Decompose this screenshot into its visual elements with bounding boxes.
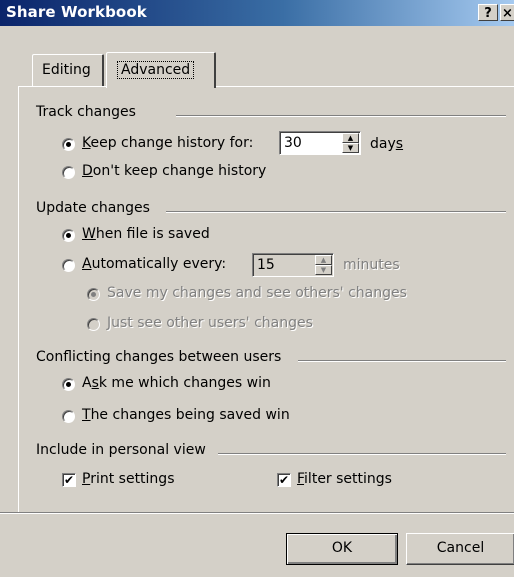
update-minutes-input[interactable] xyxy=(257,256,307,274)
history-days-spin-buttons: ▲ ▼ xyxy=(342,133,359,153)
history-days-spinner[interactable]: ▲ ▼ xyxy=(279,131,361,155)
keep-history-radio-button[interactable] xyxy=(62,138,75,151)
tab-editing[interactable]: Editing xyxy=(32,54,104,86)
filter-settings-label: Filter settings xyxy=(297,471,392,487)
ask-me-radio-button[interactable] xyxy=(62,378,75,391)
title-bar[interactable]: Share Workbook ? × xyxy=(0,0,514,26)
radio-selected-dot xyxy=(91,292,96,297)
track-changes-heading: Track changes xyxy=(36,104,142,120)
just-see-label: Just see other users' changes xyxy=(107,315,313,331)
spin-up-icon[interactable]: ▲ xyxy=(342,133,359,143)
when-file-saved-radio[interactable]: When file is saved xyxy=(62,226,282,246)
update-changes-heading: Update changes xyxy=(36,200,156,216)
spin-down-icon[interactable]: ▼ xyxy=(315,265,332,275)
automatically-every-radio[interactable]: Automatically every: xyxy=(62,256,252,276)
dont-keep-history-radio[interactable]: Don't keep change history xyxy=(62,163,322,183)
filter-settings-checkbox[interactable]: ✔ Filter settings xyxy=(277,471,427,491)
print-settings-checkbox[interactable]: ✔ Print settings xyxy=(62,471,212,491)
keep-history-label: Keep change history for: xyxy=(82,135,254,151)
changes-saved-win-radio-button[interactable] xyxy=(62,410,75,423)
tab-advanced-label: Advanced xyxy=(117,61,195,79)
save-and-see-label: Save my changes and see others' changes xyxy=(107,285,407,301)
tab-advanced[interactable]: Advanced xyxy=(106,52,216,88)
radio-selected-dot xyxy=(66,142,71,147)
when-file-saved-label: When file is saved xyxy=(82,226,210,242)
print-settings-check-icon[interactable]: ✔ xyxy=(62,473,76,487)
personal-view-divider xyxy=(218,453,506,455)
spin-down-icon[interactable]: ▼ xyxy=(342,143,359,153)
help-button[interactable]: ? xyxy=(478,4,498,21)
keep-history-radio[interactable]: Keep change history for: xyxy=(62,135,282,155)
just-see-radio[interactable]: Just see other users' changes xyxy=(87,315,367,335)
ask-me-radio[interactable]: Ask me which changes win xyxy=(62,375,302,395)
tab-editing-label: Editing xyxy=(42,62,91,78)
ok-button[interactable]: OK xyxy=(286,533,398,565)
dialog-title: Share Workbook xyxy=(6,3,147,21)
spin-up-icon[interactable]: ▲ xyxy=(315,255,332,265)
when-file-saved-radio-button[interactable] xyxy=(62,229,75,242)
print-settings-label: Print settings xyxy=(82,471,175,487)
history-days-input[interactable] xyxy=(284,134,334,152)
just-see-radio-button[interactable] xyxy=(87,318,100,331)
radio-selected-dot xyxy=(66,233,71,238)
ask-me-label: Ask me which changes win xyxy=(82,375,271,391)
close-button[interactable]: × xyxy=(500,4,514,21)
days-unit-label: days xyxy=(370,136,404,152)
panel-bottom-edge xyxy=(0,512,514,514)
conflicting-changes-heading: Conflicting changes between users xyxy=(36,349,288,365)
dont-keep-history-radio-button[interactable] xyxy=(62,166,75,179)
radio-selected-dot xyxy=(66,382,71,387)
conflicting-changes-divider xyxy=(298,360,506,362)
update-minutes-spin-buttons: ▲ ▼ xyxy=(315,255,332,275)
update-changes-divider xyxy=(166,211,506,213)
save-and-see-radio[interactable]: Save my changes and see others' changes xyxy=(87,285,427,305)
personal-view-heading: Include in personal view xyxy=(36,442,212,458)
cancel-button[interactable]: Cancel xyxy=(406,533,514,565)
save-and-see-radio-button[interactable] xyxy=(87,288,100,301)
filter-settings-check-icon[interactable]: ✔ xyxy=(277,473,291,487)
changes-saved-win-label: The changes being saved win xyxy=(82,407,290,423)
track-changes-divider xyxy=(176,115,506,117)
minutes-unit-label: minutes xyxy=(343,257,400,273)
dont-keep-history-label: Don't keep change history xyxy=(82,163,267,179)
update-minutes-spinner[interactable]: ▲ ▼ xyxy=(252,253,334,277)
automatically-every-label: Automatically every: xyxy=(82,256,227,272)
share-workbook-dialog: Share Workbook ? × Editing Advanced Trac… xyxy=(0,0,514,577)
changes-saved-win-radio[interactable]: The changes being saved win xyxy=(62,407,322,427)
automatically-every-radio-button[interactable] xyxy=(62,259,75,272)
